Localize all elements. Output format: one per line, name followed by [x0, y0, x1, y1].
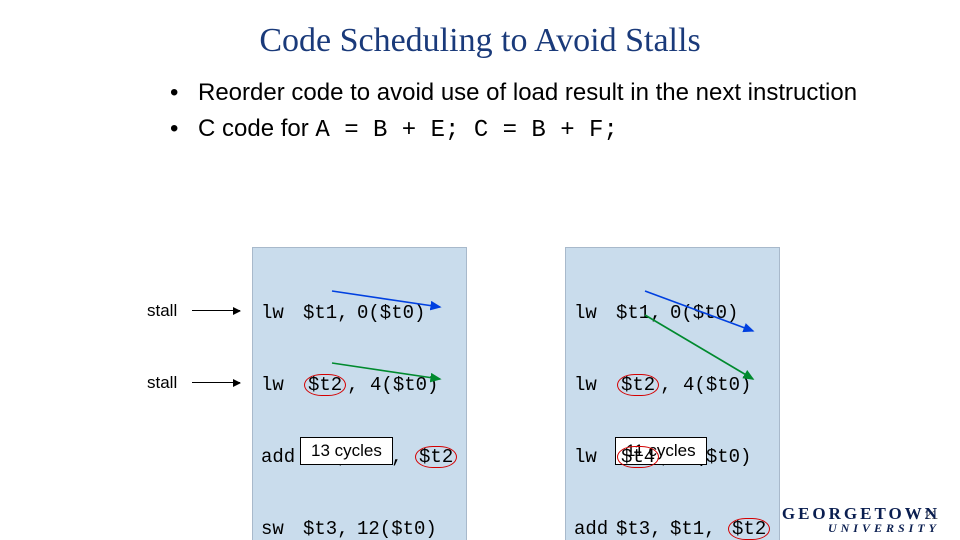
slide: Code Scheduling to Avoid Stalls Reorder …: [0, 0, 960, 540]
circle-t2-def-right: $t2: [617, 374, 659, 396]
code-block-left: lw$t1,0($t0) lw$t2, 4($t0) add$t3,$t1, $…: [252, 247, 467, 540]
bullet-2-prefix: C code for: [198, 115, 315, 142]
slide-title: Code Scheduling to Avoid Stalls: [0, 0, 960, 60]
circle-t2-def-left: $t2: [304, 374, 346, 396]
caption-left: 13 cycles: [300, 437, 393, 465]
university-logo: GEORGETOWN UNIVERSITY: [782, 505, 940, 534]
code-area: stall stall lw$t1,0($t0) lw$t2, 4($t0) a…: [0, 245, 960, 470]
logo-line-2: UNIVERSITY: [782, 522, 940, 534]
bullet-2-code: A = B + E; C = B + F;: [315, 117, 617, 144]
stall-label-1: stall: [145, 300, 179, 322]
bullet-2: C code for A = B + E; C = B + F;: [170, 114, 870, 146]
bullet-1: Reorder code to avoid use of load result…: [170, 78, 870, 108]
stall-arrow-1: [192, 310, 240, 311]
stall-arrow-2: [192, 382, 240, 383]
bullet-list: Reorder code to avoid use of load result…: [170, 78, 870, 146]
stall-label-2: stall: [145, 372, 179, 394]
circle-t2-use-left: $t2: [415, 446, 457, 468]
circle-t4-def-right: $t4: [617, 446, 659, 468]
dependency-arrows: [0, 245, 960, 470]
circle-t2-use-right: $t2: [728, 518, 770, 540]
logo-line-1: GEORGETOWN: [782, 505, 940, 522]
code-block-right: lw$t1,0($t0) lw$t2, 4($t0) lw$t4, 8($t0)…: [565, 247, 780, 540]
